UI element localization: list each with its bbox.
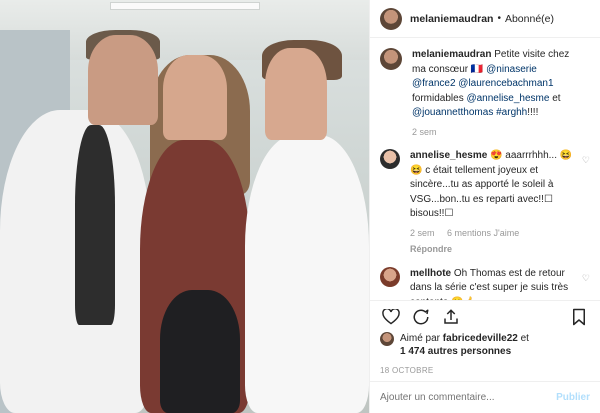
caption-text-end: !!!! [527, 107, 539, 118]
heart-icon[interactable] [380, 306, 402, 328]
caption-username[interactable]: melaniemaudran [412, 49, 491, 60]
action-bar [370, 300, 600, 332]
caption-time: 2 sem [412, 126, 437, 137]
caption: melaniemaudran Petite visite chez ma con… [380, 48, 590, 139]
comment-username[interactable]: mellhote [410, 268, 451, 279]
post-date[interactable]: 18 OCTOBRE [370, 362, 600, 381]
likes-mid: et [517, 333, 529, 344]
mention-ninaserie[interactable]: @ninaserie [486, 64, 537, 75]
man-head [88, 35, 158, 125]
comment-time: 2 sem [410, 227, 435, 238]
mention-laurencebachman1[interactable]: @laurencebachman1 [458, 78, 553, 89]
comment-avatar[interactable] [380, 266, 400, 287]
comment-likes-count[interactable]: 6 mentions J'aime [447, 228, 519, 238]
comment-input[interactable] [380, 392, 557, 403]
caption-text-mid: formidables [412, 92, 467, 104]
comments-list: melaniemaudran Petite visite chez ma con… [370, 38, 600, 300]
liker-username[interactable]: fabricedeville22 [443, 333, 518, 344]
mention-annelise-hesme[interactable]: @annelise_hesme [466, 93, 549, 104]
follow-status-button[interactable]: Abonné(e) [505, 13, 554, 25]
post-side-panel: melaniemaudran • Abonné(e) melaniemaudra… [369, 0, 600, 413]
comment-icon[interactable] [410, 306, 432, 328]
publish-button[interactable]: Publier [556, 392, 590, 403]
comment-avatar[interactable] [380, 149, 400, 169]
likes-summary: Aimé par fabricedeville22 et 1 474 autre… [370, 332, 600, 362]
add-comment-bar: Publier [370, 381, 600, 413]
likes-prefix: Aimé par [400, 333, 443, 344]
mention-france2[interactable]: @france2 [412, 78, 456, 89]
caption-avatar[interactable] [380, 48, 402, 70]
comment-like-heart-icon[interactable]: ♡ [582, 273, 590, 284]
caption-text-and: et [549, 92, 561, 104]
comment-item: annelise_hesme 😍 aaarrrhhh... 😆😆 c était… [380, 149, 590, 257]
comment-item: mellhote Oh Thomas est de retour dans la… [380, 266, 590, 300]
hashtag-arghh[interactable]: #arghh [496, 107, 527, 118]
author-username[interactable]: melaniemaudran [410, 13, 493, 25]
post-photo[interactable] [0, 0, 369, 413]
liker-avatar[interactable] [380, 332, 394, 346]
woman-right-head [265, 48, 327, 140]
share-icon[interactable] [440, 306, 462, 328]
reply-button[interactable]: Répondre [410, 242, 568, 257]
mention-jouannetthomas[interactable]: @jouannetthomas [412, 107, 493, 118]
comment-username[interactable]: annelise_hesme [410, 150, 487, 161]
separator-dot: • [497, 13, 501, 24]
post-header: melaniemaudran • Abonné(e) [370, 0, 600, 38]
instagram-post: melaniemaudran • Abonné(e) melaniemaudra… [0, 0, 600, 413]
bookmark-icon[interactable] [568, 306, 590, 328]
woman-center-head [163, 55, 227, 140]
comment-like-heart-icon[interactable]: ♡ [582, 155, 590, 166]
likes-count[interactable]: 1 474 autres personnes [400, 346, 511, 357]
author-avatar[interactable] [380, 7, 402, 30]
